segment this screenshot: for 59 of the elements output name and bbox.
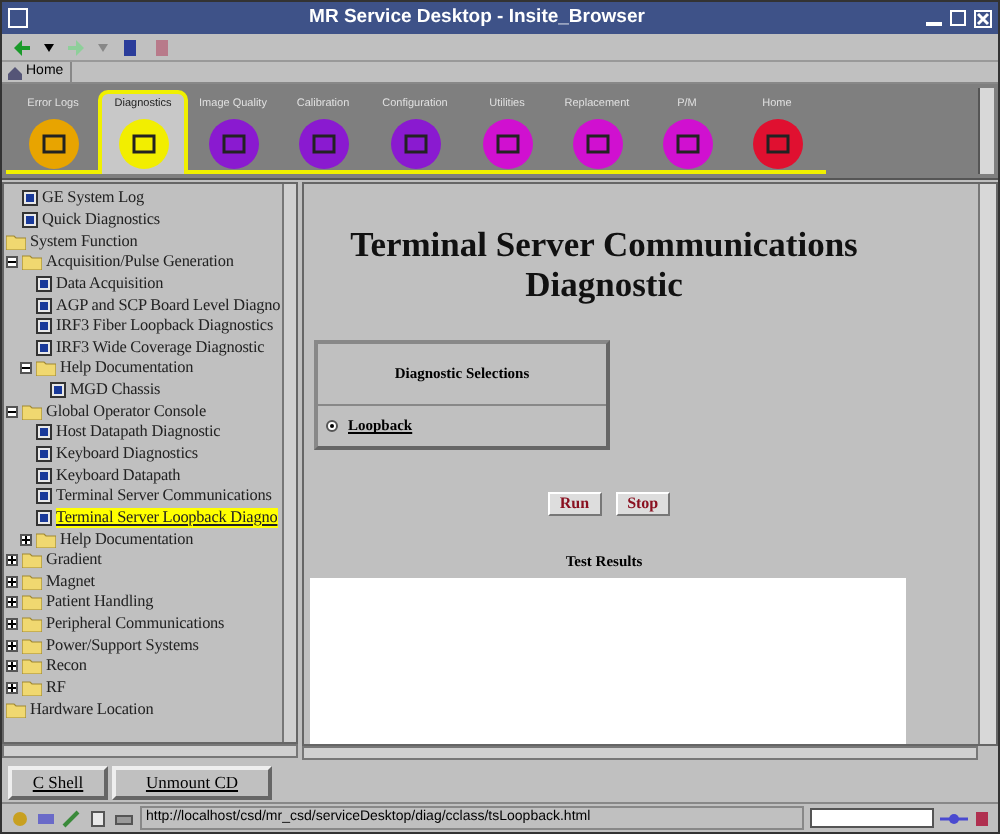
tree-item[interactable]: Keyboard Datapath bbox=[56, 465, 181, 486]
window-menu-icon[interactable] bbox=[8, 8, 28, 28]
tree-item[interactable]: Power/Support Systems bbox=[46, 635, 199, 656]
scrollbar[interactable] bbox=[302, 746, 978, 760]
scrollbar[interactable] bbox=[282, 184, 296, 742]
expand-icon[interactable] bbox=[6, 596, 18, 609]
scrollbar[interactable] bbox=[978, 88, 994, 174]
tree-item[interactable]: Quick Diagnostics bbox=[42, 209, 161, 230]
tree-item[interactable]: Magnet bbox=[46, 571, 95, 592]
tree-item[interactable]: Hardware Location bbox=[30, 699, 154, 720]
scrollbar[interactable] bbox=[2, 744, 298, 758]
expand-icon[interactable] bbox=[6, 554, 18, 567]
tree-item[interactable]: Terminal Server Communications bbox=[56, 486, 272, 507]
expand-icon[interactable] bbox=[6, 575, 18, 588]
shell-button[interactable]: C Shell bbox=[8, 766, 108, 800]
close-icon[interactable] bbox=[974, 9, 992, 27]
document-icon[interactable] bbox=[88, 809, 108, 827]
tree-item[interactable]: Terminal Server Loopback Diagno bbox=[56, 507, 278, 528]
expand-icon[interactable] bbox=[20, 533, 32, 546]
tree-item[interactable]: Data Acquisition bbox=[56, 273, 164, 294]
tree-item[interactable]: Patient Handling bbox=[46, 592, 154, 613]
collapse-icon[interactable] bbox=[6, 256, 18, 269]
tree-item[interactable]: IRF3 Wide Coverage Diagnostic bbox=[56, 337, 265, 358]
folder-icon bbox=[22, 403, 42, 420]
tree-item[interactable]: IRF3 Fiber Loopback Diagnostics bbox=[56, 316, 274, 337]
expand-icon[interactable] bbox=[6, 639, 18, 652]
expand-icon[interactable] bbox=[6, 618, 18, 631]
tree-item[interactable]: AGP and SCP Board Level Diagno bbox=[56, 295, 281, 316]
status-field[interactable] bbox=[810, 808, 934, 828]
tree-item[interactable]: Global Operator Console bbox=[46, 401, 207, 422]
tree-item[interactable]: RF bbox=[46, 678, 66, 699]
tree-item[interactable]: System Function bbox=[30, 231, 138, 252]
tree-item[interactable]: Help Documentation bbox=[60, 358, 194, 379]
document-icon bbox=[50, 382, 66, 399]
tree-item[interactable]: Recon bbox=[46, 656, 87, 677]
expand-icon[interactable] bbox=[6, 682, 18, 695]
folder-icon bbox=[36, 360, 56, 377]
page-heading: Terminal Server Communications Diagnostic bbox=[348, 224, 860, 304]
run-button[interactable]: Run bbox=[547, 492, 602, 516]
tree-item[interactable]: Gradient bbox=[46, 550, 102, 571]
tree-item[interactable]: Keyboard Diagnostics bbox=[56, 444, 198, 464]
tree-item[interactable]: MGD Chassis bbox=[70, 380, 161, 401]
maximize-icon[interactable] bbox=[950, 10, 966, 26]
radio-button[interactable] bbox=[326, 420, 338, 432]
collapse-icon[interactable] bbox=[20, 362, 32, 375]
tree-item[interactable]: Help Documentation bbox=[60, 529, 194, 550]
tree-item[interactable]: Peripheral Communications bbox=[46, 614, 225, 635]
connection-icon bbox=[940, 809, 968, 827]
scrollbar[interactable] bbox=[978, 184, 996, 744]
stop-button[interactable]: Stop bbox=[615, 492, 671, 516]
window-title: MR Service Desktop - Insite_Browser bbox=[307, 3, 647, 32]
tree-item[interactable]: Acquisition/Pulse Generation bbox=[46, 252, 234, 273]
unmount-button[interactable]: Unmount CD bbox=[112, 766, 272, 800]
collapse-icon[interactable] bbox=[6, 405, 18, 418]
expand-icon[interactable] bbox=[6, 660, 18, 673]
tree-item[interactable]: Host Datapath Diagnostic bbox=[56, 422, 221, 443]
house-icon bbox=[8, 65, 22, 79]
tree-item[interactable]: GE System Log bbox=[42, 188, 145, 209]
caret-icon[interactable] bbox=[44, 43, 54, 51]
